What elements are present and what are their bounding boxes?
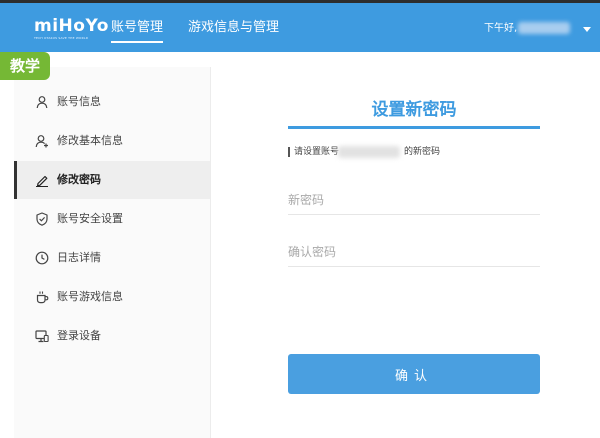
sidebar-item-security-settings[interactable]: 账号安全设置 [14,200,210,238]
sidebar-item-log-details[interactable]: 日志详情 [14,239,210,277]
hint-marker [288,147,290,157]
sidebar-item-change-password[interactable]: 修改密码 [14,161,210,199]
confirm-password-input[interactable] [288,238,540,267]
tab-account-management[interactable]: 账号管理 [111,20,164,43]
sidebar-item-label: 登录设备 [57,329,101,342]
sidebar-item-label: 账号信息 [57,95,101,108]
sidebar-item-login-devices[interactable]: 登录设备 [14,317,210,355]
top-header: miHoYo TECH OTAKUS SAVE THE WORLD 账号管理 游… [0,3,600,52]
tutorial-badge: 教学 [0,52,50,80]
mihoyo-logo[interactable]: miHoYo TECH OTAKUS SAVE THE WORLD [34,16,109,43]
user-edit-icon [35,135,48,148]
sidebar-item-label: 日志详情 [57,251,101,264]
pencil-icon [36,175,48,187]
confirm-button[interactable]: 确认 [288,354,540,394]
tab-game-info-management[interactable]: 游戏信息与管理 [188,20,279,36]
hint-suffix: 的新密码 [404,147,441,157]
sidebar-item-label: 账号游戏信息 [57,290,123,303]
chevron-down-icon[interactable] [583,27,591,32]
content-divider [210,67,211,438]
account-name-redacted [338,146,400,158]
devices-icon [35,330,49,343]
sidebar-item-edit-basic-info[interactable]: 修改基本信息 [14,122,210,160]
hint-prefix: 请设置账号 [294,147,340,157]
sidebar: 账号信息 修改基本信息 修改密码 账号安全设置 日志详情 账号游戏信息 登录设备 [14,67,210,438]
shield-check-icon [36,212,48,226]
new-password-input[interactable] [288,186,540,215]
logo-tagline: TECH OTAKUS SAVE THE WORLD [34,36,89,40]
username-redacted[interactable] [518,22,570,34]
page-title: 设置新密码 [371,100,457,120]
sidebar-item-label: 修改基本信息 [57,134,123,147]
sidebar-item-label: 账号安全设置 [57,212,123,225]
sidebar-item-label: 修改密码 [57,173,101,186]
greeting-text: 下午好, [484,23,518,34]
clock-icon [35,251,49,265]
sidebar-item-game-info[interactable]: 账号游戏信息 [14,278,210,316]
logo-text: miHoYo [34,16,109,36]
user-icon [36,96,48,109]
cup-icon [36,291,49,304]
sidebar-item-account-info[interactable]: 账号信息 [14,83,210,121]
title-underline [288,126,540,129]
